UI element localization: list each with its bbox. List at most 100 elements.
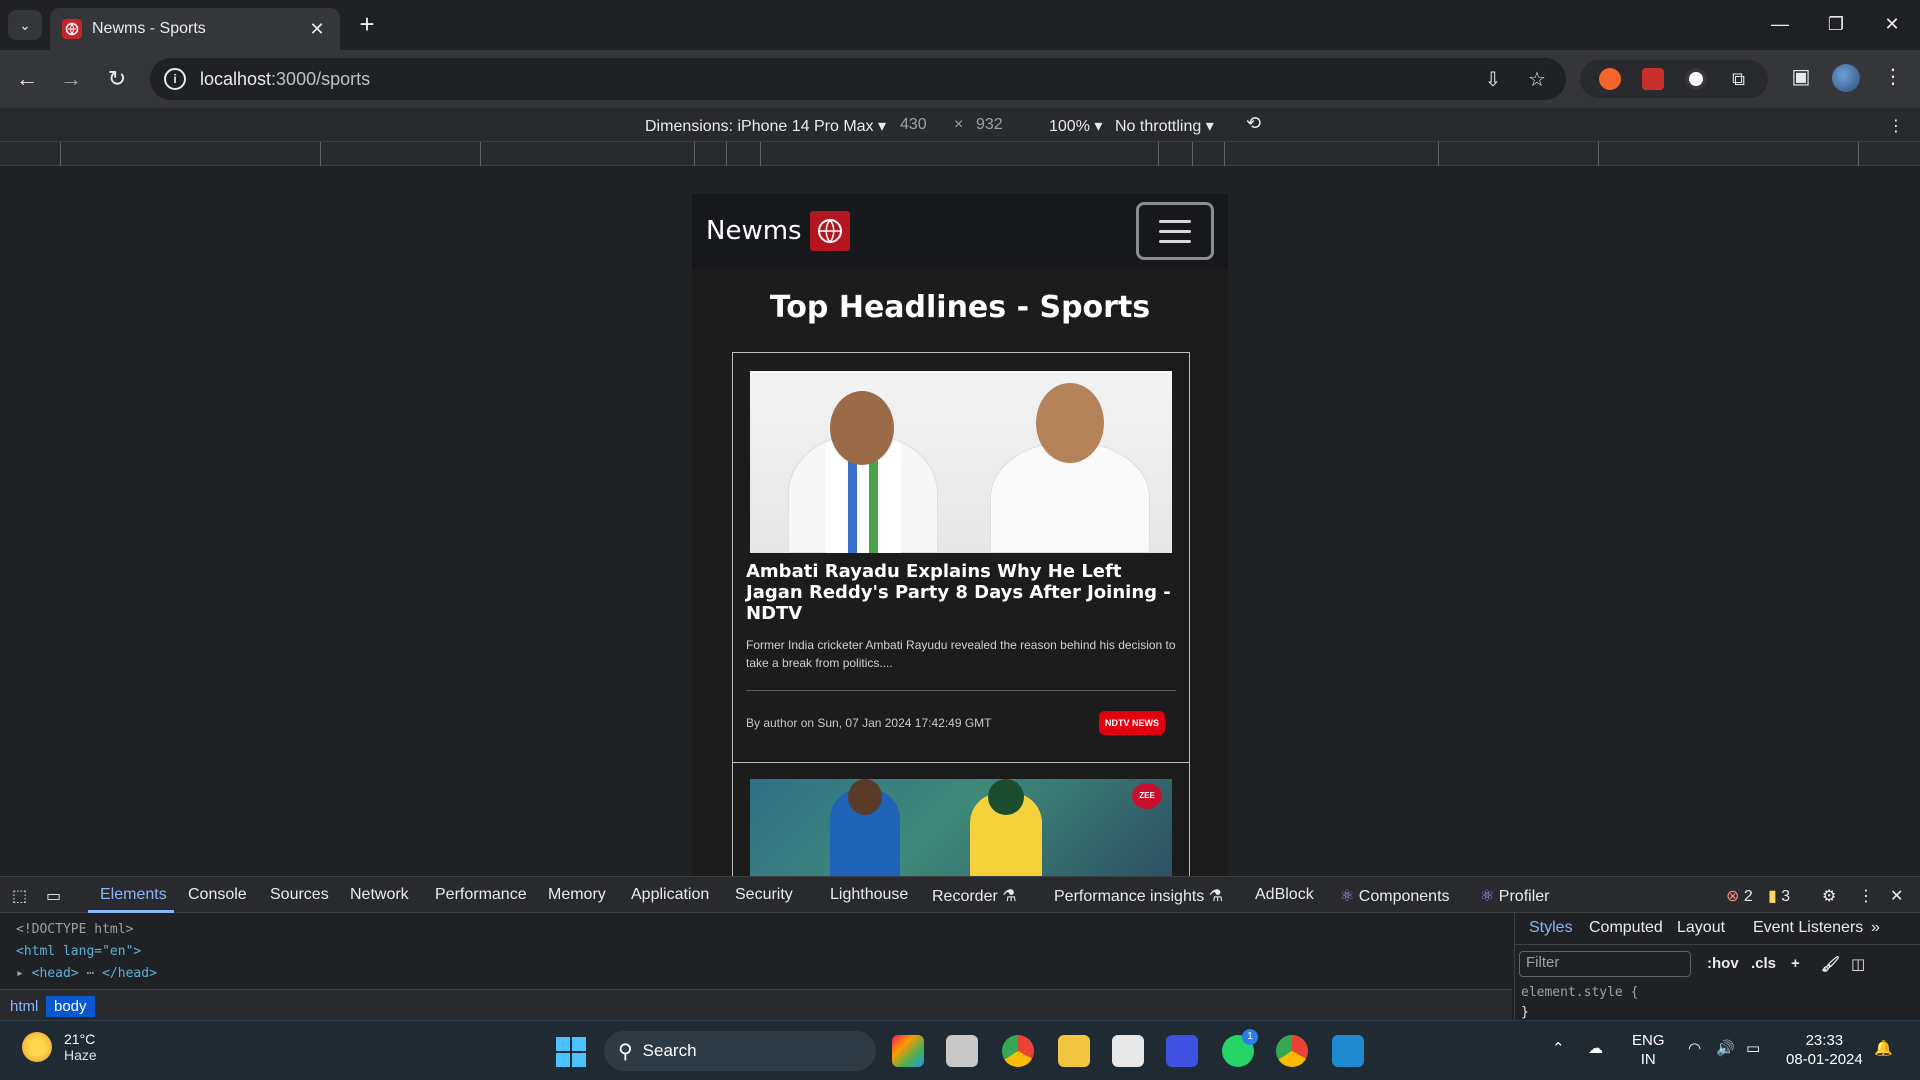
microsoft-store-icon[interactable] bbox=[1112, 1035, 1144, 1067]
reload-button[interactable]: ↻ bbox=[102, 64, 132, 94]
start-tile-icon bbox=[572, 1053, 586, 1067]
sidebar-toggle-icon[interactable]: ◫ bbox=[1851, 955, 1865, 973]
dom-tree[interactable]: <!DOCTYPE html> <html lang="en"> ▸ <head… bbox=[0, 913, 1512, 989]
zoom-select[interactable]: 100% ▾ bbox=[1049, 116, 1102, 136]
tab-layout[interactable]: Layout bbox=[1677, 919, 1725, 937]
device-width-input[interactable]: 430 bbox=[900, 116, 927, 134]
tab-performance-insights[interactable]: Performance insights ⚗ bbox=[1054, 886, 1223, 906]
navbar-toggle-button[interactable] bbox=[1136, 202, 1214, 260]
extension-circle-icon[interactable] bbox=[1684, 68, 1707, 90]
chrome-app-icon[interactable] bbox=[1002, 1035, 1034, 1067]
menu-line-icon bbox=[1159, 219, 1191, 223]
source-badge[interactable]: NDTV NEWS bbox=[1099, 711, 1165, 735]
cls-toggle[interactable]: .cls bbox=[1751, 955, 1776, 972]
newms-favicon-icon bbox=[62, 19, 82, 39]
tab-memory[interactable]: Memory bbox=[548, 886, 606, 904]
notification-bell-icon[interactable]: 🔔 bbox=[1874, 1039, 1893, 1058]
windows-start-button[interactable] bbox=[556, 1037, 586, 1067]
device-viewport: Newms Top Headlines - Sports Ambati Raya… bbox=[0, 166, 1920, 876]
tab-adblock[interactable]: AdBlock bbox=[1255, 886, 1314, 904]
vscode-icon[interactable] bbox=[1332, 1035, 1364, 1067]
extension-flame-icon[interactable] bbox=[1598, 68, 1621, 90]
rotate-icon[interactable]: ⟲ bbox=[1246, 113, 1261, 134]
device-toolbar-menu-icon[interactable]: ⋮ bbox=[1888, 116, 1904, 136]
tab-recorder[interactable]: Recorder ⚗ bbox=[932, 886, 1017, 906]
device-height-input[interactable]: 932 bbox=[976, 116, 1003, 134]
breadcrumb-body[interactable]: body bbox=[46, 996, 95, 1017]
battery-icon[interactable]: ▭ bbox=[1746, 1039, 1760, 1058]
tab-lighthouse[interactable]: Lighthouse bbox=[830, 886, 908, 904]
wifi-icon[interactable]: ◠ bbox=[1688, 1039, 1701, 1058]
hov-toggle[interactable]: :hov bbox=[1707, 955, 1739, 972]
clock[interactable]: 23:33 08-01-2024 bbox=[1786, 1031, 1863, 1069]
extensions-puzzle-icon[interactable]: ⧉ bbox=[1728, 68, 1750, 90]
tab-search-button[interactable]: ⌄ bbox=[8, 10, 42, 40]
chrome-menu-icon[interactable]: ⋮ bbox=[1878, 64, 1908, 89]
devtools-menu-icon[interactable]: ⋮ bbox=[1858, 886, 1874, 906]
extension-red-icon[interactable] bbox=[1641, 68, 1664, 90]
tab-application[interactable]: Application bbox=[631, 886, 709, 904]
forward-button[interactable]: → bbox=[56, 64, 86, 94]
styles-filter-input[interactable]: Filter bbox=[1519, 951, 1691, 977]
show-hidden-icons[interactable]: ⌃ bbox=[1552, 1039, 1565, 1058]
url-text[interactable]: localhost:3000/sports bbox=[200, 69, 1464, 90]
address-bar[interactable]: i localhost:3000/sports ⇩ ☆ bbox=[150, 58, 1566, 100]
styles-pane: Styles Computed Layout Event Listeners »… bbox=[1514, 913, 1920, 1021]
task-view-icon[interactable] bbox=[946, 1035, 978, 1067]
taskbar-search[interactable]: ⚲ Search bbox=[604, 1031, 876, 1071]
breadcrumb-html[interactable]: html bbox=[2, 996, 46, 1017]
back-button[interactable]: ← bbox=[12, 64, 42, 94]
tab-event-listeners[interactable]: Event Listeners bbox=[1753, 919, 1863, 937]
device-dimensions-select[interactable]: Dimensions: iPhone 14 Pro Max ▾ bbox=[645, 116, 886, 136]
minimize-button[interactable]: — bbox=[1752, 0, 1808, 50]
site-info-icon[interactable]: i bbox=[164, 68, 186, 90]
bookmark-star-icon[interactable]: ☆ bbox=[1522, 67, 1552, 92]
volume-icon[interactable]: 🔊 bbox=[1716, 1039, 1735, 1058]
install-app-icon[interactable]: ⇩ bbox=[1478, 67, 1508, 92]
tab-security[interactable]: Security bbox=[735, 886, 793, 904]
add-rule-icon[interactable]: + bbox=[1791, 955, 1800, 972]
warning-count[interactable]: ▮ 3 bbox=[1768, 886, 1790, 906]
element-style-rule[interactable]: element.style { } bbox=[1521, 983, 1638, 1023]
weather-widget[interactable]: 21°C Haze bbox=[22, 1031, 97, 1063]
restore-button[interactable]: ❐ bbox=[1808, 0, 1864, 50]
close-window-button[interactable]: ✕ bbox=[1864, 0, 1920, 50]
card-divider bbox=[746, 690, 1176, 691]
tab-profiler[interactable]: ⚛ Profiler bbox=[1480, 886, 1549, 906]
news-title[interactable]: Ambati Rayadu Explains Why He Left Jagan… bbox=[746, 561, 1176, 624]
tab-console[interactable]: Console bbox=[188, 886, 247, 904]
new-tab-button[interactable]: + bbox=[352, 10, 382, 40]
news-image[interactable]: ZEE bbox=[750, 779, 1172, 876]
brand[interactable]: Newms bbox=[706, 211, 850, 251]
copilot-icon[interactable] bbox=[892, 1035, 924, 1067]
chrome-active-icon[interactable] bbox=[1276, 1035, 1308, 1067]
tab-elements[interactable]: Elements bbox=[100, 886, 167, 904]
profile-avatar[interactable] bbox=[1832, 64, 1860, 92]
tab-components[interactable]: ⚛ Components bbox=[1340, 886, 1450, 906]
throttling-select[interactable]: No throttling ▾ bbox=[1115, 116, 1214, 136]
tab-close-icon[interactable]: ✕ bbox=[306, 19, 328, 40]
error-count[interactable]: ⊗ 2 bbox=[1726, 886, 1753, 906]
tab-network[interactable]: Network bbox=[350, 886, 409, 904]
dom-html[interactable]: <html lang="en"> bbox=[16, 941, 1512, 963]
start-tile-icon bbox=[556, 1053, 570, 1067]
side-panel-icon[interactable]: ▣ bbox=[1786, 64, 1816, 89]
more-tabs-icon[interactable]: » bbox=[1871, 919, 1880, 937]
paint-icon[interactable]: 🖌 bbox=[1821, 955, 1840, 973]
tab-styles[interactable]: Styles bbox=[1529, 919, 1573, 937]
tab-sources[interactable]: Sources bbox=[270, 886, 329, 904]
language-indicator[interactable]: ENG IN bbox=[1632, 1031, 1665, 1069]
devtools-close-icon[interactable]: ✕ bbox=[1890, 886, 1903, 906]
tab-performance[interactable]: Performance bbox=[435, 886, 527, 904]
pen-app-icon[interactable] bbox=[1166, 1035, 1198, 1067]
dom-doctype[interactable]: <!DOCTYPE html> bbox=[16, 919, 1512, 941]
file-explorer-icon[interactable] bbox=[1058, 1035, 1090, 1067]
news-image[interactable] bbox=[750, 371, 1172, 553]
settings-gear-icon[interactable]: ⚙ bbox=[1822, 886, 1836, 906]
dom-head[interactable]: ▸ <head> ⋯ </head> bbox=[16, 963, 1512, 985]
browser-tab[interactable]: Newms - Sports ✕ bbox=[50, 8, 340, 50]
device-toggle-icon[interactable]: ▭ bbox=[46, 886, 61, 906]
tab-computed[interactable]: Computed bbox=[1589, 919, 1663, 937]
inspect-element-icon[interactable]: ⬚ bbox=[12, 886, 27, 906]
onedrive-icon[interactable]: ☁ bbox=[1588, 1039, 1603, 1058]
